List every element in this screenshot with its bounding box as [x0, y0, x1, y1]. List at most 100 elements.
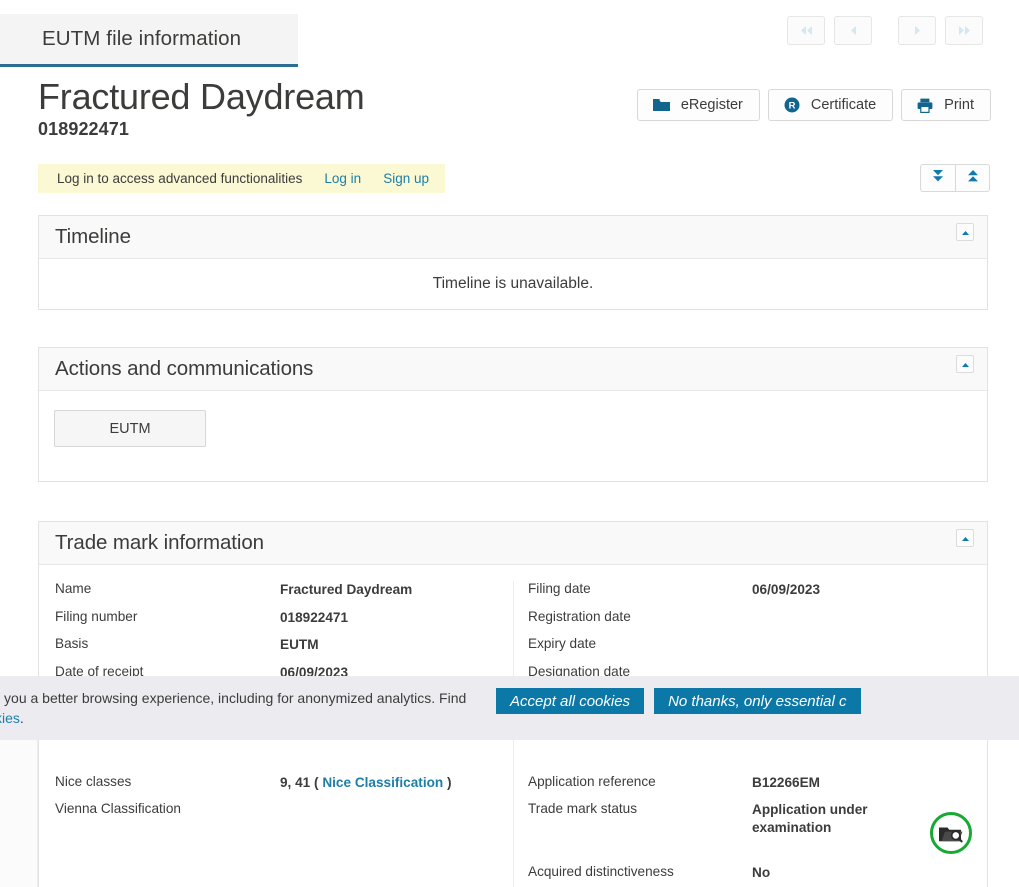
field-value: 018922471 [280, 609, 349, 625]
actions-panel-body: EUTM [39, 410, 987, 447]
table-row: Acquired distinctiveness No [514, 864, 987, 887]
table-row: Expiry date [514, 636, 987, 664]
folder-icon [652, 98, 670, 112]
table-row: Trade mark status Application under exam… [514, 801, 987, 837]
folder-search-status-icon [930, 812, 972, 854]
field-label: Expiry date [528, 636, 597, 651]
eutm-file-information-page: EUTM file information Fractured Daydream… [0, 0, 1019, 887]
trademark-header: Fractured Daydream 018922471 [38, 76, 365, 140]
actions-panel-title: Actions and communications [55, 357, 314, 380]
nice-classification-link[interactable]: Nice Classification [322, 775, 443, 790]
row-spacer [514, 837, 987, 865]
print-label: Print [944, 97, 974, 113]
cookie-text-line1: uses cookies to offer you a better brows… [0, 690, 467, 706]
field-label: Filing date [528, 581, 591, 596]
field-value: 9, 41 ( Nice Classification ) [280, 774, 452, 802]
login-notice-bar: Log in to access advanced functionalitie… [38, 164, 445, 193]
first-record-button[interactable] [787, 16, 825, 45]
login-notice-text: Log in to access advanced functionalitie… [57, 171, 303, 186]
page-left-gutter [0, 740, 38, 887]
nice-classes-value: 9, 41 ( [280, 774, 319, 790]
table-row: Filing date 06/09/2023 [514, 581, 987, 609]
timeline-unavailable-message: Timeline is unavailable. [432, 275, 594, 292]
row-spacer [39, 746, 513, 774]
chevron-left-icon [848, 25, 859, 36]
field-label: Registration date [528, 608, 631, 624]
field-label: Name [55, 581, 92, 596]
timeline-panel-header: Timeline [39, 216, 987, 259]
document-actions: eRegister R Certificate Print [636, 89, 991, 121]
certificate-label: Certificate [810, 97, 877, 113]
trademark-status-value: Application under examination [752, 802, 868, 835]
svg-text:R: R [788, 101, 795, 112]
actions-communications-panel: Actions and communications EUTM [38, 347, 988, 482]
timeline-panel-body: Timeline is unavailable. [39, 259, 987, 309]
chevron-up-icon [961, 529, 970, 547]
table-row: Nice classes 9, 41 ( Nice Classification… [39, 774, 513, 802]
field-label: Basis [55, 636, 89, 651]
print-button[interactable]: Print [901, 89, 991, 121]
eregister-label: eRegister [680, 97, 743, 113]
double-chevron-left-icon [798, 25, 815, 36]
chevron-up-icon [961, 355, 970, 373]
cookie-consent-banner: uses cookies to offer you a better brows… [0, 676, 1019, 740]
timeline-panel: Timeline Timeline is unavailable. [38, 215, 988, 310]
cookies-link[interactable]: Cookies [0, 710, 20, 726]
expand-all-button[interactable] [920, 164, 955, 192]
field-label: Nice classes [55, 773, 132, 789]
double-chevron-down-icon [931, 168, 945, 189]
field-value: Fractured Daydream [280, 582, 413, 597]
collapse-all-button[interactable] [955, 164, 990, 192]
chevron-up-icon [961, 223, 970, 241]
field-value: 06/09/2023 [752, 582, 821, 597]
cookie-banner-text: uses cookies to offer you a better brows… [0, 688, 472, 728]
tab-eutm-file-information[interactable]: EUTM file information [0, 14, 298, 67]
table-row: Basis EUTM [39, 636, 513, 664]
table-row: Filing number 018922471 [39, 609, 513, 637]
table-row: Vienna Classification [39, 801, 513, 829]
record-pagination [787, 16, 983, 45]
actions-panel-header: Actions and communications [39, 348, 987, 391]
sign-up-link[interactable]: Sign up [383, 171, 429, 186]
trademark-panel-header: Trade mark information [39, 522, 987, 565]
status-badge [929, 811, 973, 855]
previous-record-button[interactable] [834, 16, 872, 45]
eregister-button[interactable]: eRegister [636, 89, 760, 121]
printer-icon [917, 98, 933, 113]
table-row: Name Fractured Daydream [39, 581, 513, 609]
table-row: Registration date [514, 609, 987, 637]
tab-label: EUTM file information [42, 27, 242, 50]
field-value: EUTM [280, 637, 319, 652]
cookie-text-line2-post: . [19, 710, 24, 727]
field-label: Trade mark status [528, 801, 638, 816]
row-spacer [514, 746, 987, 774]
trademark-collapse-button[interactable] [956, 529, 974, 547]
accept-all-cookies-button[interactable]: Accept all cookies [496, 688, 645, 714]
next-record-button[interactable] [898, 16, 936, 45]
filing-number-subtitle: 018922471 [38, 118, 129, 139]
timeline-panel-title: Timeline [55, 225, 131, 248]
essential-cookies-only-button[interactable]: No thanks, only essential c [654, 688, 861, 714]
field-label: Filing number [55, 608, 138, 624]
chevron-right-icon [912, 25, 923, 36]
pager-gap [881, 16, 889, 45]
certificate-button[interactable]: R Certificate [767, 89, 894, 121]
last-record-button[interactable] [945, 16, 983, 45]
nice-classes-value-suffix: ) [447, 774, 452, 790]
field-value: B12266EM [752, 774, 821, 790]
trademark-panel-title: Trade mark information [55, 531, 264, 554]
field-label: Application reference [528, 773, 656, 789]
registered-mark-icon: R [784, 97, 800, 113]
timeline-collapse-button[interactable] [956, 223, 974, 241]
actions-collapse-button[interactable] [956, 355, 974, 373]
double-chevron-up-icon [966, 168, 980, 189]
log-in-link[interactable]: Log in [324, 171, 361, 186]
eutm-filter-button[interactable]: EUTM [54, 410, 206, 447]
double-chevron-right-icon [956, 25, 973, 36]
field-label: Vienna Classification [55, 801, 181, 816]
page-title: Fractured Daydream [38, 76, 365, 117]
table-row: Application reference B12266EM [514, 774, 987, 802]
field-label: Acquired distinctiveness [528, 864, 674, 880]
expand-collapse-all-group [920, 164, 990, 192]
cookie-banner-buttons: Accept all cookies No thanks, only essen… [496, 688, 861, 714]
